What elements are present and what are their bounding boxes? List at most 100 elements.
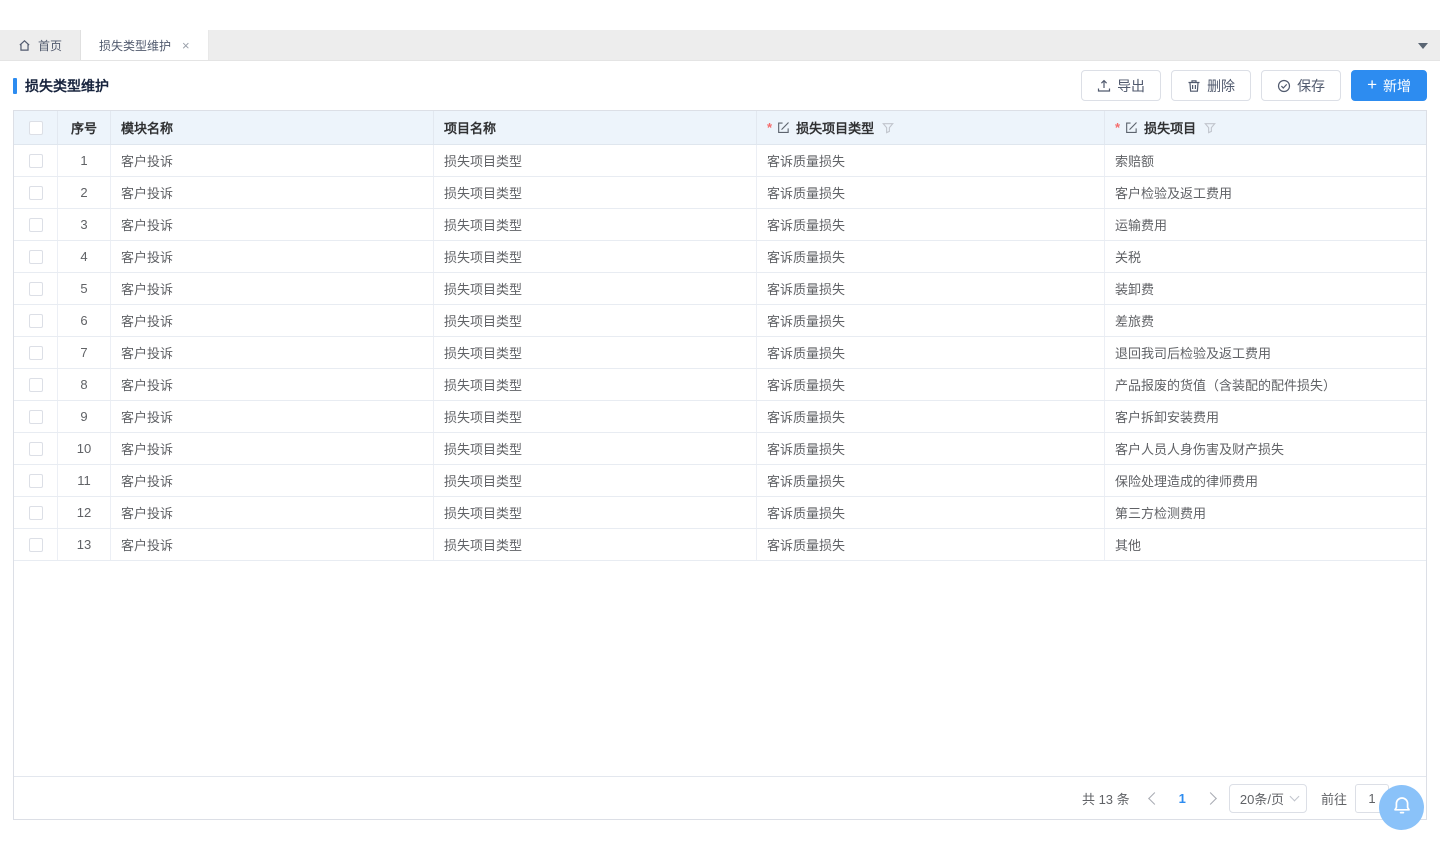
row-checkbox[interactable] [29, 218, 43, 232]
cell-loss-item[interactable]: 退回我司后检验及返工费用 [1105, 337, 1426, 368]
cell-seq: 5 [58, 273, 111, 304]
table-empty-area [14, 561, 1426, 776]
cell-loss-type[interactable]: 客诉质量损失 [757, 305, 1105, 336]
row-checkbox[interactable] [29, 250, 43, 264]
table-row: 12客户投诉损失项目类型客诉质量损失第三方检测费用 [14, 497, 1426, 529]
filter-funnel-icon[interactable] [882, 122, 894, 134]
chevron-down-icon [1290, 792, 1300, 802]
page-title: 损失类型维护 [13, 76, 109, 96]
tab-loss-type-maintenance[interactable]: 损失类型维护 × [81, 30, 209, 60]
page-title-text: 损失类型维护 [25, 76, 109, 96]
row-checkbox[interactable] [29, 282, 43, 296]
row-checkbox-cell[interactable] [14, 209, 58, 240]
add-button[interactable]: + 新增 [1351, 70, 1427, 101]
page-number-current[interactable]: 1 [1173, 791, 1192, 806]
cell-project: 损失项目类型 [434, 145, 757, 176]
cell-loss-item[interactable]: 客户人员人身伤害及财产损失 [1105, 433, 1426, 464]
cell-loss-type[interactable]: 客诉质量损失 [757, 177, 1105, 208]
notification-bell-button[interactable] [1379, 785, 1424, 830]
header-loss-item: * 损失项目 [1105, 111, 1426, 144]
cell-loss-item[interactable]: 其他 [1105, 529, 1426, 560]
cell-seq: 3 [58, 209, 111, 240]
toolbar-buttons: 导出 删除 保存 + 新增 [1081, 70, 1427, 101]
cell-seq: 9 [58, 401, 111, 432]
cell-module: 客户投诉 [111, 177, 434, 208]
cell-module: 客户投诉 [111, 369, 434, 400]
required-mark: * [767, 120, 772, 135]
cell-loss-item[interactable]: 客户检验及返工费用 [1105, 177, 1426, 208]
cell-loss-type[interactable]: 客诉质量损失 [757, 497, 1105, 528]
row-checkbox[interactable] [29, 538, 43, 552]
cell-loss-type[interactable]: 客诉质量损失 [757, 241, 1105, 272]
cell-loss-item[interactable]: 关税 [1105, 241, 1426, 272]
row-checkbox[interactable] [29, 346, 43, 360]
select-all-checkbox[interactable] [29, 121, 43, 135]
cell-project: 损失项目类型 [434, 529, 757, 560]
cell-seq: 11 [58, 465, 111, 496]
cell-loss-item[interactable]: 保险处理造成的律师费用 [1105, 465, 1426, 496]
save-button[interactable]: 保存 [1261, 70, 1341, 101]
close-icon[interactable]: × [182, 39, 190, 52]
row-checkbox-cell[interactable] [14, 305, 58, 336]
table-row: 6客户投诉损失项目类型客诉质量损失差旅费 [14, 305, 1426, 337]
cell-loss-type[interactable]: 客诉质量损失 [757, 145, 1105, 176]
cell-loss-item[interactable]: 运输费用 [1105, 209, 1426, 240]
cell-seq: 13 [58, 529, 111, 560]
cell-loss-type[interactable]: 客诉质量损失 [757, 273, 1105, 304]
add-button-label: 新增 [1383, 76, 1411, 96]
row-checkbox[interactable] [29, 442, 43, 456]
header-loss-item-type: * 损失项目类型 [757, 111, 1105, 144]
goto-label: 前往 [1321, 789, 1347, 808]
page-size-select[interactable]: 20条/页 [1229, 784, 1307, 813]
cell-loss-type[interactable]: 客诉质量损失 [757, 369, 1105, 400]
row-checkbox[interactable] [29, 154, 43, 168]
row-checkbox-cell[interactable] [14, 369, 58, 400]
row-checkbox[interactable] [29, 378, 43, 392]
cell-project: 损失项目类型 [434, 209, 757, 240]
cell-loss-item[interactable]: 索赔额 [1105, 145, 1426, 176]
next-page-button[interactable] [1204, 792, 1217, 805]
row-checkbox[interactable] [29, 186, 43, 200]
tab-home[interactable]: 首页 [0, 30, 81, 60]
row-checkbox[interactable] [29, 410, 43, 424]
title-accent-bar [13, 78, 17, 94]
cell-loss-type[interactable]: 客诉质量损失 [757, 433, 1105, 464]
cell-loss-type[interactable]: 客诉质量损失 [757, 337, 1105, 368]
row-checkbox[interactable] [29, 314, 43, 328]
cell-project: 损失项目类型 [434, 497, 757, 528]
cell-loss-type[interactable]: 客诉质量损失 [757, 529, 1105, 560]
cell-loss-type[interactable]: 客诉质量损失 [757, 401, 1105, 432]
cell-loss-item[interactable]: 产品报废的货值（含装配的配件损失） [1105, 369, 1426, 400]
header-loss-item-label: 损失项目 [1144, 118, 1196, 137]
row-checkbox-cell[interactable] [14, 337, 58, 368]
delete-button[interactable]: 删除 [1171, 70, 1251, 101]
row-checkbox-cell[interactable] [14, 433, 58, 464]
row-checkbox-cell[interactable] [14, 465, 58, 496]
table-header: 序号 模块名称 项目名称 * 损失项目类型 * [14, 111, 1426, 145]
row-checkbox[interactable] [29, 506, 43, 520]
cell-module: 客户投诉 [111, 305, 434, 336]
cell-project: 损失项目类型 [434, 369, 757, 400]
row-checkbox-cell[interactable] [14, 177, 58, 208]
edit-icon [1125, 121, 1138, 134]
cell-loss-type[interactable]: 客诉质量损失 [757, 465, 1105, 496]
cell-loss-type[interactable]: 客诉质量损失 [757, 209, 1105, 240]
row-checkbox[interactable] [29, 474, 43, 488]
row-checkbox-cell[interactable] [14, 241, 58, 272]
cell-seq: 10 [58, 433, 111, 464]
cell-project: 损失项目类型 [434, 177, 757, 208]
cell-loss-item[interactable]: 第三方检测费用 [1105, 497, 1426, 528]
row-checkbox-cell[interactable] [14, 145, 58, 176]
filter-funnel-icon[interactable] [1204, 122, 1216, 134]
prev-page-button[interactable] [1148, 792, 1161, 805]
export-button[interactable]: 导出 [1081, 70, 1161, 101]
row-checkbox-cell[interactable] [14, 401, 58, 432]
cell-seq: 12 [58, 497, 111, 528]
row-checkbox-cell[interactable] [14, 497, 58, 528]
cell-loss-item[interactable]: 客户拆卸安装费用 [1105, 401, 1426, 432]
cell-loss-item[interactable]: 装卸费 [1105, 273, 1426, 304]
cell-loss-item[interactable]: 差旅费 [1105, 305, 1426, 336]
row-checkbox-cell[interactable] [14, 529, 58, 560]
row-checkbox-cell[interactable] [14, 273, 58, 304]
tab-list-caret-down-icon[interactable] [1418, 43, 1428, 49]
